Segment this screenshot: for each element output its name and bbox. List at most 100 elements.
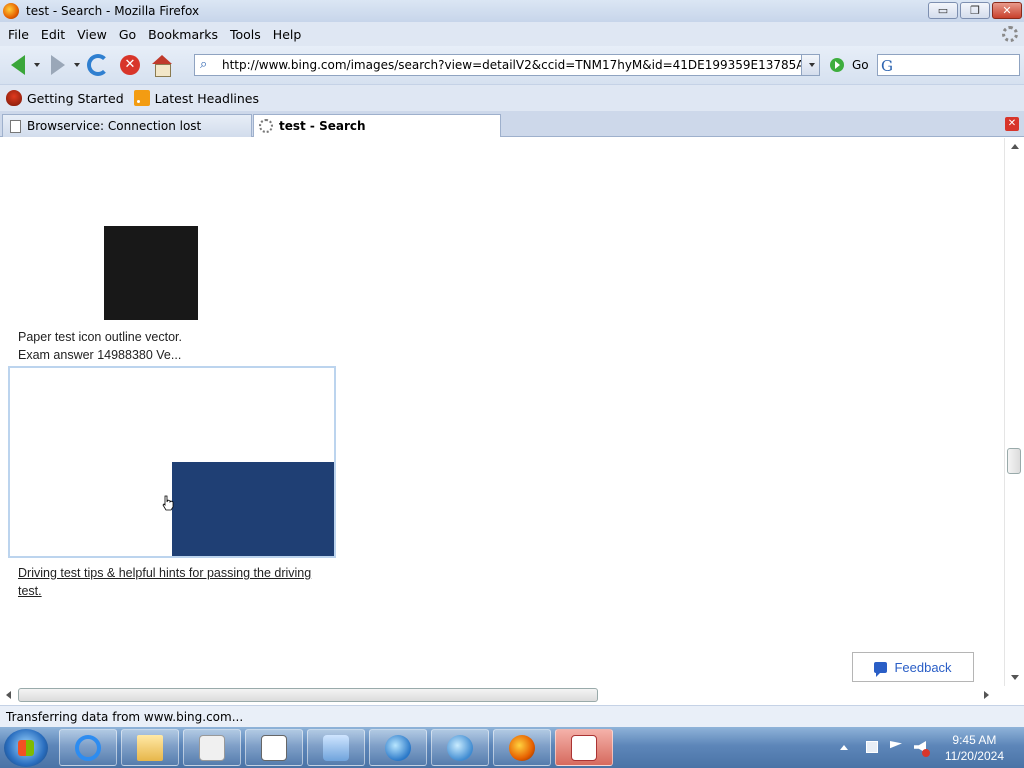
caption-line: test.	[18, 584, 42, 598]
feedback-button[interactable]: Feedback	[852, 652, 974, 682]
taskbar: 9:45 AM 11/20/2024	[0, 727, 1024, 768]
address-bar[interactable]: ⌕ http://www.bing.com/images/search?view…	[194, 54, 820, 76]
tab-browservice[interactable]: Browservice: Connection lost	[2, 114, 252, 137]
start-button[interactable]	[4, 729, 48, 767]
action-center-flag-icon[interactable]	[890, 741, 902, 749]
image-caption-link[interactable]: Driving test tips & helpful hints for pa…	[18, 564, 328, 600]
tab-test-search[interactable]: test - Search	[253, 114, 501, 137]
menu-file[interactable]: File	[8, 27, 29, 42]
menu-view[interactable]: View	[77, 27, 107, 42]
loading-icon	[259, 119, 273, 133]
scroll-right-icon[interactable]	[984, 691, 989, 699]
control-panel-icon	[323, 734, 349, 761]
reload-button[interactable]	[84, 51, 112, 79]
speech-bubble-icon	[874, 661, 888, 677]
restore-button[interactable]: ❐	[960, 2, 990, 19]
throbber-icon	[1002, 26, 1018, 42]
folder-icon	[137, 734, 163, 761]
menu-help[interactable]: Help	[273, 27, 302, 42]
firefox-icon	[509, 734, 535, 761]
stop-icon: ✕	[120, 55, 140, 75]
firefox-icon	[3, 3, 19, 19]
mute-indicator-icon	[922, 749, 930, 757]
caption-line: Exam answer 14988380 Ve...	[18, 348, 182, 362]
forward-history-dropdown-icon[interactable]	[74, 63, 80, 67]
globe-checklist-icon	[447, 734, 473, 761]
image-caption[interactable]: Paper test icon outline vector. Exam ans…	[18, 328, 182, 364]
chevron-down-icon	[808, 63, 815, 67]
bookmarks-toolbar: Getting Started Latest Headlines	[0, 84, 1024, 111]
taskbar-document[interactable]	[245, 729, 303, 766]
caption-line: Paper test icon outline vector.	[18, 330, 182, 344]
scroll-left-icon[interactable]	[6, 691, 11, 699]
back-history-dropdown-icon[interactable]	[34, 63, 40, 67]
site-search-icon: ⌕	[200, 57, 208, 72]
taskbar-network-globe[interactable]	[369, 729, 427, 766]
taskbar-file-explorer[interactable]	[121, 729, 179, 766]
go-icon[interactable]	[830, 58, 844, 72]
rss-icon	[133, 90, 150, 106]
vertical-scrollbar[interactable]	[1004, 138, 1024, 686]
go-button[interactable]: Go	[852, 58, 869, 72]
home-button[interactable]	[148, 51, 176, 79]
bookmark-label: Latest Headlines	[154, 90, 260, 106]
scroll-up-icon[interactable]	[1011, 144, 1019, 149]
feedback-label: Feedback	[894, 659, 952, 675]
show-hidden-icons-icon[interactable]	[840, 745, 848, 750]
menu-go[interactable]: Go	[119, 27, 136, 42]
caption-line: Driving test tips & helpful hints for pa…	[18, 566, 312, 580]
tab-label: Browservice: Connection lost	[27, 119, 202, 133]
navigation-toolbar: ✕ ⌕ http://www.bing.com/images/search?vi…	[0, 46, 1024, 84]
firefox-bookmark-icon	[6, 90, 22, 106]
clock-date: 11/20/2024	[944, 749, 1004, 763]
taskbar-snipping-tool[interactable]	[555, 729, 613, 766]
taskbar-internet-explorer[interactable]	[59, 729, 117, 766]
title-bar: test - Search - Mozilla Firefox ▭ ❐ ✕	[0, 0, 1024, 22]
image-card-selected[interactable]	[8, 366, 336, 558]
page-icon	[10, 119, 21, 133]
url-field[interactable]: http://www.bing.com/images/search?view=d…	[222, 58, 802, 72]
window-title: test - Search - Mozilla Firefox	[26, 4, 200, 18]
menu-bookmarks[interactable]: Bookmarks	[148, 27, 218, 42]
google-search-engine-icon[interactable]: G	[881, 57, 893, 75]
close-button[interactable]: ✕	[992, 2, 1022, 19]
internet-explorer-icon	[75, 734, 101, 761]
clock[interactable]: 9:45 AM 11/20/2024	[945, 732, 1004, 764]
minimize-button[interactable]: ▭	[928, 2, 958, 19]
system-tray: 9:45 AM 11/20/2024	[834, 727, 1024, 768]
taskbar-firefox[interactable]	[493, 729, 551, 766]
menu-bar: File Edit View Go Bookmarks Tools Help	[0, 22, 1024, 46]
back-button[interactable]	[4, 51, 32, 79]
status-bar: Transferring data from www.bing.com...	[0, 705, 1024, 727]
bookmark-latest-headlines[interactable]: Latest Headlines	[133, 90, 260, 106]
taskbar-network-tasks[interactable]	[431, 729, 489, 766]
menu-edit[interactable]: Edit	[41, 27, 65, 42]
network-icon[interactable]	[866, 741, 878, 753]
taskbar-control-panel[interactable]	[307, 729, 365, 766]
tab-label: test - Search	[279, 119, 366, 133]
url-history-dropdown[interactable]	[801, 55, 819, 75]
menu-tools[interactable]: Tools	[230, 27, 261, 42]
close-tab-button[interactable]: ✕	[1005, 117, 1019, 131]
globe-icon	[385, 734, 411, 761]
image-thumbnail[interactable]	[104, 226, 198, 320]
tab-bar: Browservice: Connection lost test - Sear…	[0, 111, 1024, 137]
horizontal-scroll-thumb[interactable]	[18, 688, 598, 702]
vertical-scroll-thumb[interactable]	[1007, 448, 1021, 474]
stop-button[interactable]: ✕	[116, 51, 144, 79]
forward-button[interactable]	[44, 51, 72, 79]
scroll-down-icon[interactable]	[1011, 675, 1019, 680]
bookmark-label: Getting Started	[27, 90, 124, 106]
image-thumbnail[interactable]	[172, 462, 334, 556]
home-icon	[151, 55, 173, 77]
horizontal-scrollbar[interactable]	[0, 686, 996, 704]
reload-icon	[87, 54, 109, 76]
taskbar-media-player[interactable]	[183, 729, 241, 766]
search-input[interactable]: G	[877, 54, 1020, 76]
forward-arrow-icon	[51, 55, 65, 75]
snipping-tool-icon	[571, 734, 597, 761]
page-content: Paper test icon outline vector. Exam ans…	[0, 138, 996, 686]
window-controls: ▭ ❐ ✕	[928, 2, 1022, 19]
bookmark-getting-started[interactable]: Getting Started	[6, 90, 124, 106]
media-player-icon	[199, 734, 225, 761]
